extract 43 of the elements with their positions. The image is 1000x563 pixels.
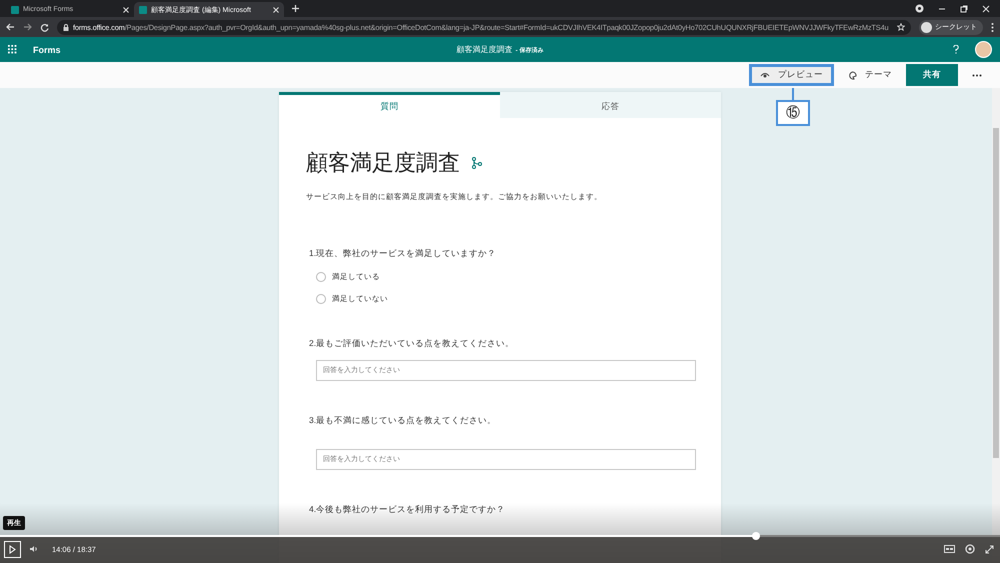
fullscreen-icon[interactable] xyxy=(985,544,994,554)
question-text: 1.現在、弊社のサービスを満足していますか？ xyxy=(309,248,498,260)
forms-icon xyxy=(139,6,147,14)
star-icon[interactable] xyxy=(897,23,905,31)
incognito-icon xyxy=(915,4,924,13)
help-icon[interactable] xyxy=(953,45,959,54)
question-text: 3.最も不満に感じている点を教えてください。 xyxy=(309,415,498,427)
forms-icon xyxy=(11,6,19,14)
restore-icon[interactable] xyxy=(960,4,968,12)
new-tab-icon[interactable] xyxy=(292,5,299,12)
close-icon[interactable] xyxy=(982,4,990,12)
settings-icon[interactable] xyxy=(965,544,975,554)
preview-button[interactable]: プレビュー xyxy=(749,64,834,86)
scrollbar-thumb[interactable] xyxy=(993,128,999,458)
eye-icon xyxy=(760,71,770,79)
back-icon[interactable] xyxy=(6,23,15,31)
progress-thumb[interactable] xyxy=(752,532,760,540)
form-tab[interactable]: 応答 xyxy=(500,92,721,118)
share-button[interactable]: 共有 xyxy=(906,64,958,86)
question-text: 2.最もご評価いただいている点を教えてください。 xyxy=(309,338,516,350)
form-tab[interactable]: 質問 xyxy=(279,92,500,118)
form-heading: 顧客満足度調査 xyxy=(306,149,460,177)
palette-icon xyxy=(848,70,857,80)
question-text: 4.今後も弊社のサービスを利用する予定ですか？ xyxy=(309,504,506,516)
forward-icon[interactable] xyxy=(23,23,32,31)
lock-icon xyxy=(63,24,69,30)
play-button[interactable] xyxy=(4,540,21,558)
avatar[interactable] xyxy=(975,41,992,58)
app-launcher-icon[interactable] xyxy=(8,45,17,54)
play-icon xyxy=(9,544,16,554)
volume-icon[interactable] xyxy=(29,545,38,553)
app-name: Forms xyxy=(33,44,61,54)
reload-icon[interactable] xyxy=(40,22,49,32)
close-icon[interactable] xyxy=(123,6,129,12)
theme-button[interactable]: テーマ xyxy=(840,64,900,86)
menu-icon[interactable] xyxy=(991,22,994,32)
radio-button[interactable] xyxy=(316,272,326,282)
step-number-label: ⑮ xyxy=(776,100,810,126)
close-icon[interactable] xyxy=(273,6,279,12)
radio-button[interactable] xyxy=(316,294,326,304)
captions-icon[interactable] xyxy=(944,545,955,553)
branching-icon[interactable] xyxy=(472,157,482,169)
more-icon xyxy=(972,74,982,76)
